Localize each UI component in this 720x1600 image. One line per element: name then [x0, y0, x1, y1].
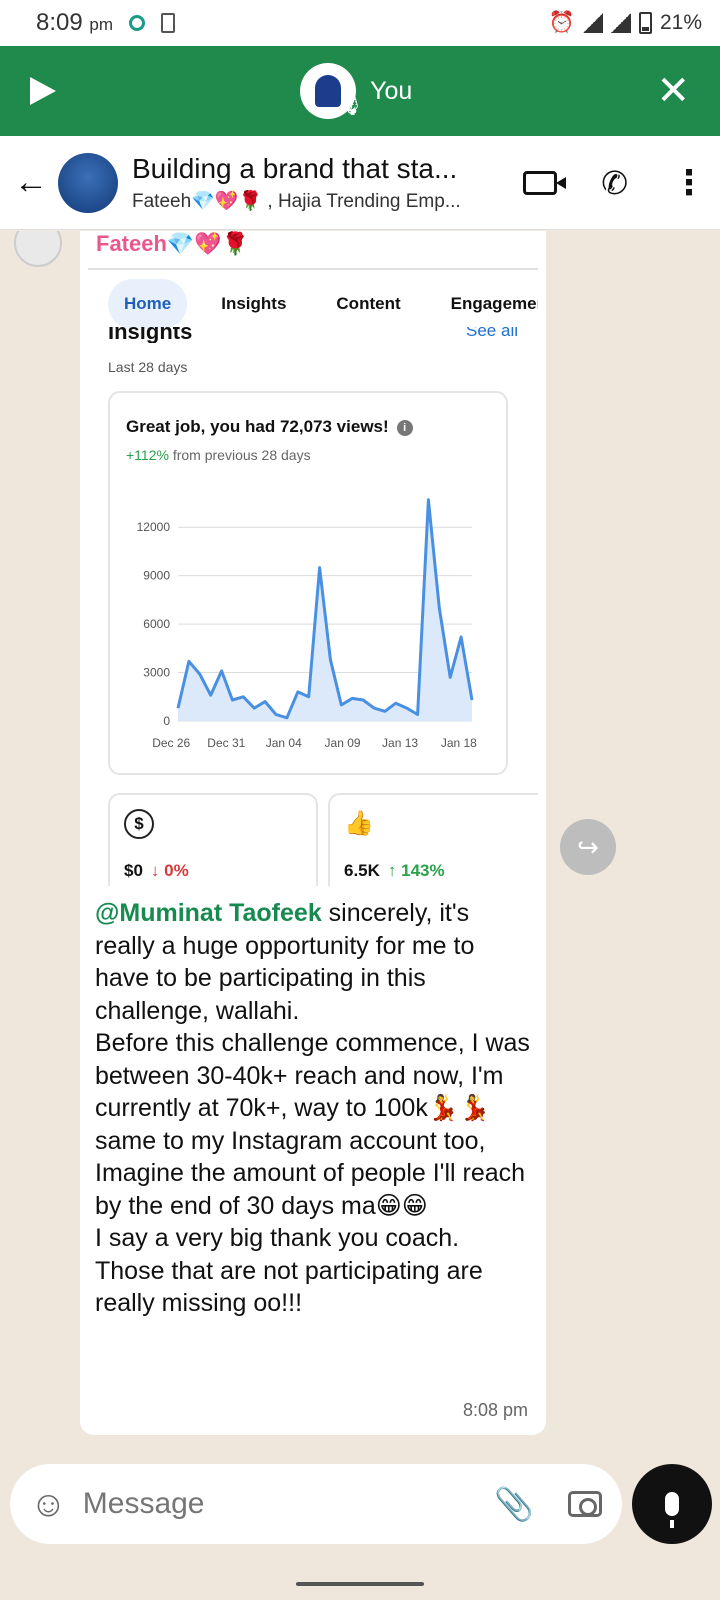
input-bar: ☺ 📎 — [0, 1450, 720, 1560]
mic-icon: 🎙 — [336, 91, 365, 116]
message-input[interactable] — [82, 1487, 495, 1521]
x-tick-label: Jan 04 — [266, 736, 302, 750]
sender-name: Fateeh💎💖🌹 — [96, 231, 250, 256]
period-label: Last 28 days — [108, 359, 188, 375]
status-bar: 8:09 pm ⏰ 21% — [0, 0, 720, 46]
dollar-icon: $ — [124, 809, 154, 839]
title-block[interactable]: Building a brand that sta... Fateeh💎💖🌹 ,… — [132, 153, 501, 213]
earnings-value: $0 ↓ 0% — [124, 861, 189, 880]
app-bar: ← Building a brand that sta... Fateeh💎💖🌹… — [0, 136, 720, 230]
tab-insights: Insights — [221, 294, 287, 313]
camera-icon[interactable] — [568, 1491, 602, 1517]
avatar: 🎙 — [300, 63, 364, 119]
tab-home: Home — [108, 279, 188, 329]
tab-engagement: Engagement — [450, 294, 538, 313]
voice-banner[interactable]: 🎙 You ✕ — [0, 46, 720, 136]
voice-record-button[interactable] — [632, 1464, 712, 1544]
back-arrow-icon[interactable]: ← — [14, 163, 52, 202]
shared-image[interactable]: Fateeh💎💖🌹 Home Insights Content Engageme… — [88, 231, 538, 886]
tab-content: Content — [336, 294, 401, 313]
battery-percent: 21% — [659, 11, 702, 34]
more-options-icon[interactable]: ⋮ — [672, 166, 706, 200]
mention[interactable]: @Muminat Taofeek — [95, 899, 322, 927]
sim-icon — [161, 13, 176, 33]
x-tick-label: Jan 09 — [325, 736, 361, 750]
y-tick-label: 0 — [163, 714, 170, 728]
status-time: 8:09 pm — [36, 9, 114, 36]
insights-tabs: Home Insights Content Engagement — [108, 279, 538, 329]
y-tick-label: 12000 — [137, 520, 171, 534]
sticker-icon[interactable]: ☺ — [30, 1483, 67, 1525]
forward-button[interactable]: ↪ — [560, 819, 616, 875]
y-tick-label: 6000 — [143, 617, 170, 631]
phone-call-icon[interactable]: ✆ — [601, 164, 628, 202]
like-icon: 👍 — [344, 810, 374, 837]
signal-icon — [582, 13, 603, 33]
earnings-card: $ $0 ↓ 0% — [108, 793, 318, 886]
chat-area[interactable]: Fateeh💎💖🌹 Home Insights Content Engageme… — [0, 231, 720, 1450]
close-icon[interactable]: ✕ — [656, 71, 690, 111]
group-subtitle: Fateeh💎💖🌹 , Hajia Trending Emp... — [132, 190, 461, 212]
signal-icon-2 — [610, 13, 631, 33]
divider — [88, 268, 538, 270]
y-tick-label: 9000 — [143, 569, 170, 583]
message-text: @Muminat Taofeek sincerely, it's really … — [95, 897, 531, 1320]
insights-heading: Insights — [108, 327, 193, 343]
home-indicator[interactable] — [296, 1582, 424, 1586]
group-title: Building a brand that sta... — [132, 152, 458, 184]
views-card: Great job, you had 72,073 views! i +112% … — [108, 391, 508, 775]
message-time: 8:08 pm — [462, 1400, 528, 1420]
system-nav-bar — [0, 1560, 720, 1600]
voice-label: You — [370, 76, 413, 105]
sync-icon — [129, 15, 146, 31]
x-tick-label: Dec 31 — [207, 736, 245, 750]
x-tick-label: Dec 26 — [152, 736, 190, 750]
x-tick-label: Jan 13 — [382, 736, 418, 750]
views-chart: 0 3000 6000 9000 12000 Dec 26 Dec 31 Jan 04 Jan … — [137, 498, 477, 750]
y-tick-label: 3000 — [143, 666, 170, 680]
message-bubble[interactable]: Fateeh💎💖🌹 Home Insights Content Engageme… — [80, 231, 546, 1435]
card-title: Great job, you had 72,073 views! i — [126, 417, 413, 437]
engagement-card: 👍 6.5K ↑ 143% — [328, 793, 538, 886]
video-call-icon[interactable] — [523, 170, 567, 195]
attach-icon[interactable]: 📎 — [494, 1485, 534, 1523]
info-icon: i — [396, 420, 413, 436]
group-avatar[interactable] — [58, 152, 118, 213]
card-subtitle: +112% from previous 28 days — [126, 447, 311, 463]
x-tick-label: Jan 18 — [441, 736, 477, 750]
message-body: sincerely, it's really a huge opportunit… — [95, 899, 530, 1317]
mic-icon — [665, 1492, 679, 1528]
engagement-value: 6.5K ↑ 143% — [344, 861, 445, 880]
see-all-link: See all — [466, 327, 518, 340]
alarm-icon: ⏰ — [548, 11, 575, 34]
message-compose: ☺ 📎 — [10, 1464, 622, 1544]
battery-icon — [638, 12, 652, 34]
sender-avatar[interactable] — [14, 231, 62, 267]
play-icon[interactable] — [30, 77, 56, 105]
